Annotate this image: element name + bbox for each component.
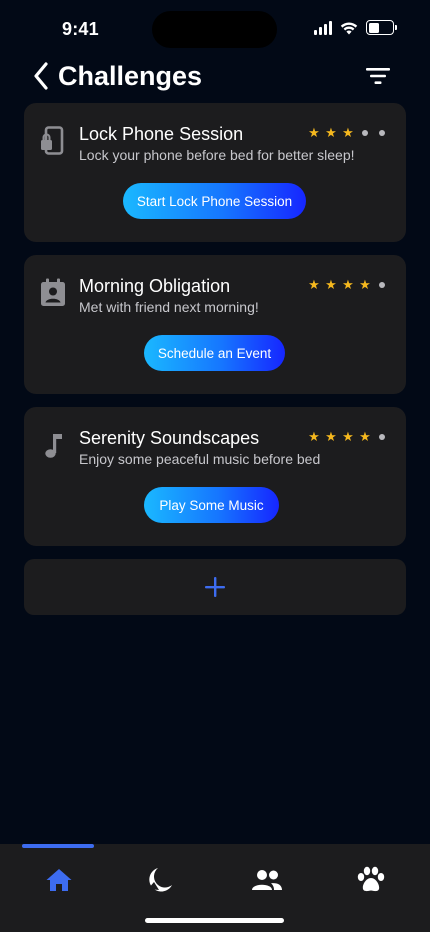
- challenges-screen: 9:41 Challenges Lock Phone Session Lock …: [0, 0, 430, 932]
- people-icon: [252, 870, 282, 890]
- challenge-description: Lock your phone before bed for better sl…: [79, 147, 355, 163]
- moon-icon: [148, 868, 172, 892]
- battery-icon: [366, 20, 397, 35]
- back-button[interactable]: [28, 59, 54, 93]
- start-lock-phone-session-button[interactable]: Start Lock Phone Session: [123, 183, 306, 219]
- header: Challenges: [0, 56, 430, 96]
- star-empty-dot: [379, 434, 385, 440]
- difficulty-rating: ★ ★ ★ ★: [308, 429, 388, 445]
- difficulty-rating: ★ ★ ★ ★: [308, 277, 388, 293]
- status-time: 9:41: [62, 19, 99, 39]
- star-filled-icon: ★: [342, 277, 354, 292]
- filter-icon: [366, 68, 390, 84]
- challenge-card-morning-obligation: Morning Obligation Met with friend next …: [24, 255, 406, 394]
- star-filled-icon: ★: [308, 277, 320, 292]
- page-title: Challenges: [58, 61, 203, 91]
- star-empty-dot: [379, 130, 385, 136]
- status-bar: 9:41: [0, 0, 430, 58]
- star-filled-icon: ★: [308, 125, 320, 140]
- challenge-card-lock-phone: Lock Phone Session Lock your phone befor…: [24, 103, 406, 242]
- home-icon: [46, 869, 72, 891]
- wifi-icon: [340, 21, 358, 34]
- dynamic-island: [152, 11, 277, 48]
- tab-bar: [0, 844, 430, 932]
- signal-icon: [314, 20, 332, 35]
- star-filled-icon: ★: [342, 429, 354, 444]
- play-music-button[interactable]: Play Some Music: [144, 487, 279, 523]
- phone-lock-icon: [38, 125, 68, 157]
- plus-icon: [205, 577, 225, 597]
- star-empty-dot: [379, 282, 385, 288]
- star-filled-icon: ★: [325, 277, 337, 292]
- tab-sleep[interactable]: [141, 862, 181, 898]
- star-filled-icon: ★: [359, 277, 371, 292]
- add-challenge-button[interactable]: [24, 559, 406, 615]
- challenge-title: Serenity Soundscapes: [79, 428, 260, 448]
- active-tab-indicator: [22, 844, 94, 848]
- tab-pets[interactable]: [351, 862, 391, 898]
- status-icons: [314, 20, 397, 35]
- filter-button[interactable]: [364, 64, 392, 88]
- star-filled-icon: ★: [342, 125, 354, 140]
- challenge-description: Met with friend next morning!: [79, 299, 259, 315]
- star-filled-icon: ★: [325, 125, 337, 140]
- star-filled-icon: ★: [308, 429, 320, 444]
- chevron-left-icon: [34, 62, 48, 90]
- contact-calendar-icon: [38, 277, 68, 309]
- home-indicator: [145, 918, 284, 923]
- music-note-icon: [38, 429, 68, 461]
- schedule-event-button[interactable]: Schedule an Event: [144, 335, 285, 371]
- challenge-card-serenity-soundscapes: Serenity Soundscapes Enjoy some peaceful…: [24, 407, 406, 546]
- star-filled-icon: ★: [325, 429, 337, 444]
- challenge-description: Enjoy some peaceful music before bed: [79, 451, 321, 467]
- paw-icon: [357, 866, 385, 892]
- challenge-title: Morning Obligation: [79, 276, 231, 296]
- star-empty-dot: [362, 130, 368, 136]
- tab-friends[interactable]: [247, 862, 287, 898]
- tab-home[interactable]: [39, 862, 79, 898]
- star-filled-icon: ★: [359, 429, 371, 444]
- challenge-title: Lock Phone Session: [79, 124, 244, 144]
- difficulty-rating: ★ ★ ★: [308, 125, 388, 141]
